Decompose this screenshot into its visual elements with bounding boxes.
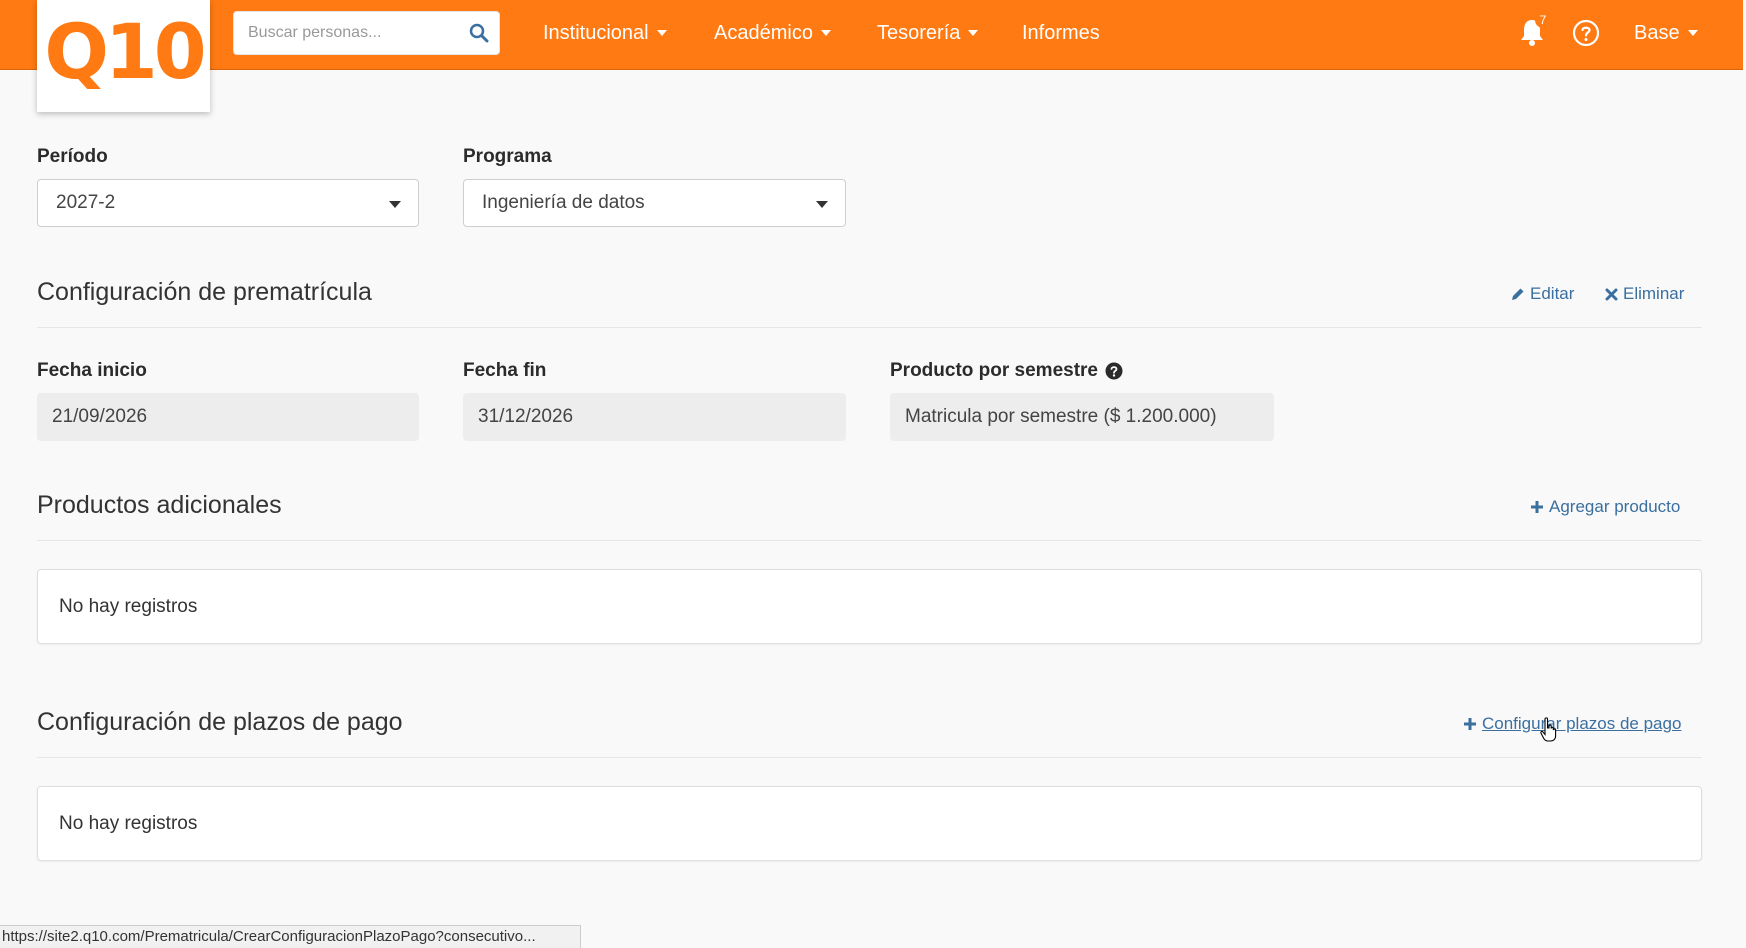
logo-text: Q10: [44, 6, 206, 96]
hand-cursor-icon: [1540, 717, 1557, 742]
delete-link[interactable]: Eliminar: [1605, 284, 1684, 304]
period-select-value: 2027-2: [56, 192, 116, 213]
program-select[interactable]: Ingeniería de datos: [463, 179, 846, 227]
period-select[interactable]: 2027-2: [37, 179, 419, 227]
caret-down-icon: [656, 30, 667, 36]
user-menu[interactable]: Base: [1634, 20, 1698, 46]
status-bar-url: https://site2.q10.com/Prematricula/Crear…: [0, 925, 581, 948]
end-date-field: 31/12/2026: [463, 393, 846, 441]
start-date-field: 21/09/2026: [37, 393, 419, 441]
edit-link[interactable]: Editar: [1510, 284, 1574, 304]
nav-academico[interactable]: Académico: [714, 20, 831, 46]
nav-institucional[interactable]: Institucional: [543, 20, 667, 46]
add-product-label: Agregar producto: [1549, 497, 1681, 516]
caret-down-icon: [1687, 30, 1698, 36]
search-icon[interactable]: [469, 23, 489, 43]
section-divider: [37, 540, 1702, 541]
plus-icon: [1531, 501, 1543, 513]
edit-label: Editar: [1530, 284, 1575, 303]
nav-tesoreria-label: Tesorería: [877, 21, 961, 44]
configure-payment-terms-link[interactable]: Configurar plazos de pago: [1463, 714, 1681, 734]
top-navbar: Institucional Académico Tesorería Inform…: [0, 0, 1743, 70]
caret-down-icon: [389, 201, 401, 208]
nav-academico-label: Académico: [714, 21, 813, 44]
program-select-value: Ingeniería de datos: [482, 192, 645, 213]
caret-down-icon: [820, 30, 831, 36]
product-label-text: Producto por semestre: [890, 360, 1098, 381]
question-circle-icon[interactable]: [1105, 362, 1123, 380]
close-icon: [1605, 288, 1618, 300]
payment-terms-empty: No hay registros: [37, 786, 1702, 861]
payment-terms-title: Configuración de plazos de pago: [37, 708, 403, 736]
nav-institucional-label: Institucional: [543, 21, 649, 44]
section-divider: [37, 757, 1702, 758]
pencil-icon: [1512, 288, 1524, 300]
caret-down-icon: [968, 30, 979, 36]
configure-payment-terms-label: Configurar plazos de pago: [1482, 714, 1682, 733]
product-label: Producto por semestre: [890, 360, 1123, 382]
empty-text: No hay registros: [59, 812, 198, 834]
nav-informes[interactable]: Informes: [1022, 20, 1100, 46]
product-field: Matricula por semestre ($ 1.200.000): [890, 393, 1274, 441]
section-divider: [37, 327, 1702, 328]
period-label: Período: [37, 146, 108, 167]
prematricula-title: Configuración de prematrícula: [37, 278, 372, 306]
plus-icon: [1464, 718, 1476, 730]
delete-label: Eliminar: [1623, 284, 1685, 303]
notification-badge: 7: [1535, 12, 1551, 28]
q10-logo[interactable]: Q10: [37, 0, 210, 112]
additional-products-empty: No hay registros: [37, 569, 1702, 644]
nav-informes-label: Informes: [1022, 21, 1100, 44]
search-box: [233, 11, 500, 55]
empty-text: No hay registros: [59, 595, 198, 617]
user-menu-label: Base: [1634, 21, 1680, 44]
help-icon[interactable]: [1572, 19, 1600, 47]
search-input[interactable]: [234, 12, 454, 54]
add-product-link[interactable]: Agregar producto: [1530, 497, 1680, 517]
program-label: Programa: [463, 146, 552, 167]
nav-tesoreria[interactable]: Tesorería: [877, 20, 979, 46]
end-date-label: Fecha fin: [463, 360, 547, 381]
start-date-label: Fecha inicio: [37, 360, 147, 381]
additional-products-title: Productos adicionales: [37, 491, 282, 519]
caret-down-icon: [816, 201, 828, 208]
